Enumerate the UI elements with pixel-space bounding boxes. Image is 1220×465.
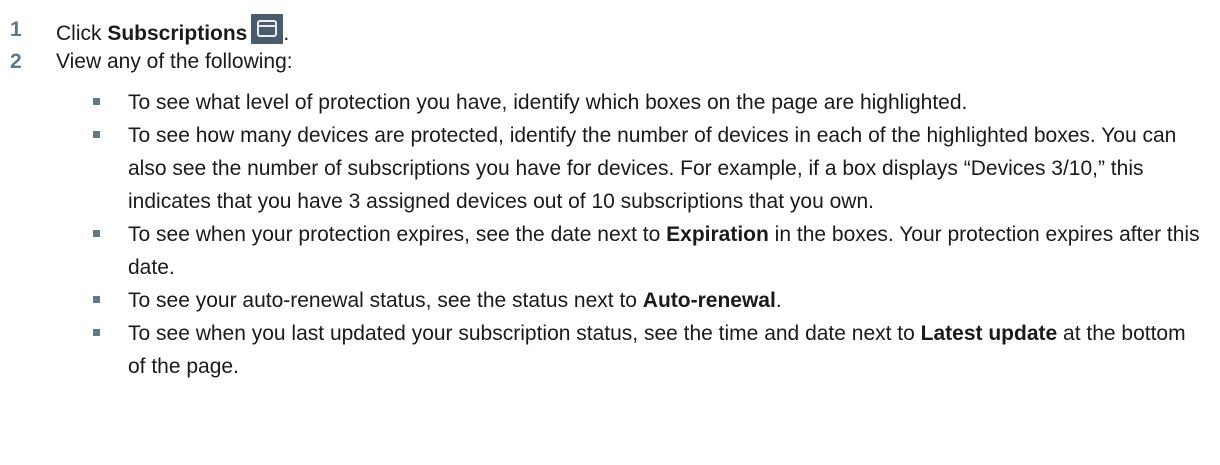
step-text: View any of the following: <box>56 50 293 73</box>
step-1: 1 Click Subscriptions. <box>0 14 1220 46</box>
step-number: 1 <box>10 18 22 41</box>
instruction-steps: 1 Click Subscriptions. 2 View any of the… <box>0 0 1220 78</box>
latest-update-label: Latest update <box>920 322 1058 345</box>
bullet-text-before: To see when your protection expires, see… <box>128 223 667 246</box>
bullet-icon <box>93 98 100 105</box>
list-item: To see what level of protection you have… <box>0 86 1220 119</box>
step-text: Click Subscriptions. <box>56 14 290 45</box>
expiration-label: Expiration <box>666 223 769 246</box>
bullet-text-before: To see your auto-renewal status, see the… <box>128 289 643 312</box>
list-item: To see your auto-renewal status, see the… <box>0 284 1220 317</box>
bullet-text-after: . <box>775 289 782 312</box>
subscriptions-label: Subscriptions <box>107 22 248 45</box>
list-item: To see how many devices are protected, i… <box>0 119 1220 218</box>
auto-renewal-label: Auto-renewal <box>642 289 776 312</box>
list-item: To see when your protection expires, see… <box>0 218 1220 284</box>
list-item: To see when you last updated your subscr… <box>0 317 1220 383</box>
bullet-icon <box>93 230 100 237</box>
subscriptions-icon <box>251 14 284 44</box>
step-number: 2 <box>10 50 22 73</box>
bullet-list: To see what level of protection you have… <box>0 86 1220 383</box>
bullet-icon <box>93 329 100 336</box>
bullet-text: To see how many devices are protected, i… <box>128 124 1177 213</box>
step-text-after: . <box>283 22 290 45</box>
bullet-icon <box>93 131 100 138</box>
bullet-text: To see what level of protection you have… <box>128 91 968 114</box>
step-text-before: Click <box>56 22 108 45</box>
step-2: 2 View any of the following: <box>0 46 1220 78</box>
bullet-icon <box>93 296 100 303</box>
bullet-text-before: To see when you last updated your subscr… <box>128 322 921 345</box>
